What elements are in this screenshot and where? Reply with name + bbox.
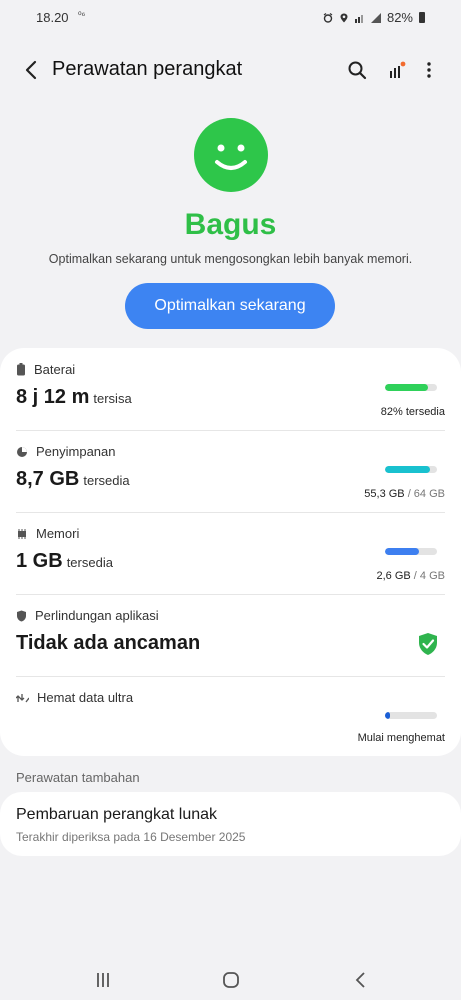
memory-label: Memori	[36, 526, 80, 541]
extra-care-heading: Perawatan tambahan	[16, 770, 140, 785]
status-time: 18.20	[36, 10, 69, 25]
battery-icon	[419, 12, 425, 23]
memory-value: 1 GB tersedia	[16, 550, 113, 572]
chevron-left-icon[interactable]	[18, 56, 46, 84]
software-update-subtitle: Terakhir diperiksa pada 16 Desember 2025	[16, 830, 246, 844]
data-saver-icon	[16, 693, 29, 702]
status-right: 82%	[323, 10, 425, 25]
storage-pie-icon	[17, 446, 27, 457]
status-bar: 18.20 ⁰⁶ 82%	[0, 0, 461, 36]
memory-detail: 2,6 GB / 4 GB	[376, 570, 446, 582]
app-protection-value: Tidak ada ancaman	[16, 632, 201, 654]
battery-row-icon	[17, 363, 25, 376]
storage-label: Penyimpanan	[36, 444, 116, 459]
location-icon	[340, 13, 348, 22]
optimize-now-button[interactable]: Optimalkan sekarang	[125, 283, 335, 329]
data-saver-bar-fill	[385, 712, 391, 719]
battery-bar	[385, 384, 437, 391]
page-title: Perawatan perangkat	[52, 58, 243, 80]
memory-row[interactable]: Memori 1 GB tersedia 2,6 GB / 4 GB	[16, 512, 445, 594]
data-saver-bar	[385, 712, 437, 719]
storage-value: 8,7 GB tersedia	[16, 468, 130, 490]
recent-apps-icon[interactable]	[88, 968, 118, 992]
search-icon[interactable]	[345, 58, 369, 82]
optimize-hint: Optimalkan sekarang untuk mengosongkan l…	[48, 252, 413, 266]
battery-bar-fill	[385, 384, 428, 391]
alarm-icon	[323, 12, 333, 23]
storage-bar-fill	[385, 466, 430, 473]
battery-detail: 82% tersedia	[380, 406, 445, 418]
home-icon[interactable]	[216, 968, 246, 992]
memory-bar	[385, 548, 437, 555]
battery-value: 8 j 12 m tersisa	[16, 386, 132, 408]
back-nav-icon[interactable]	[346, 968, 376, 992]
status-hero	[0, 118, 461, 192]
data-saver-action[interactable]: Mulai menghemat	[358, 732, 445, 744]
navigation-bar	[0, 960, 461, 1000]
storage-row[interactable]: Penyimpanan 8,7 GB tersedia 55,3 GB / 64 …	[16, 430, 445, 512]
signal-bars-icon[interactable]	[385, 58, 409, 82]
status-extra: ⁰⁶	[78, 10, 86, 20]
battery-label: Baterai	[34, 362, 76, 377]
more-vert-icon[interactable]	[417, 58, 441, 82]
memory-bar-fill	[385, 548, 419, 555]
shield-small-icon	[17, 610, 26, 621]
status-label: Bagus	[184, 208, 277, 241]
storage-detail: 55,3 GB / 64 GB	[364, 488, 445, 500]
data-saver-row[interactable]: Hemat data ultra Mulai menghemat	[16, 676, 445, 758]
data-saver-label: Hemat data ultra	[37, 690, 134, 705]
device-care-card: Baterai 8 j 12 m tersisa 82% tersedia Pen…	[0, 348, 461, 756]
app-bar: Perawatan perangkat	[0, 48, 461, 92]
software-update-title: Pembaruan perangkat lunak	[16, 806, 218, 823]
memory-chip-icon	[18, 528, 26, 539]
storage-bar	[385, 466, 437, 473]
network-icon	[354, 14, 363, 23]
battery-percent: 82%	[386, 10, 413, 25]
app-protection-label: Perlindungan aplikasi	[35, 608, 159, 623]
smiley-face-icon	[193, 118, 268, 192]
app-protection-row[interactable]: Perlindungan aplikasi Tidak ada ancaman	[16, 594, 445, 676]
signal-icon	[370, 12, 381, 23]
shield-check-icon	[419, 633, 437, 655]
battery-row[interactable]: Baterai 8 j 12 m tersisa 82% tersedia	[16, 348, 445, 430]
software-update-card[interactable]: Pembaruan perangkat lunak Terakhir diper…	[0, 792, 461, 856]
